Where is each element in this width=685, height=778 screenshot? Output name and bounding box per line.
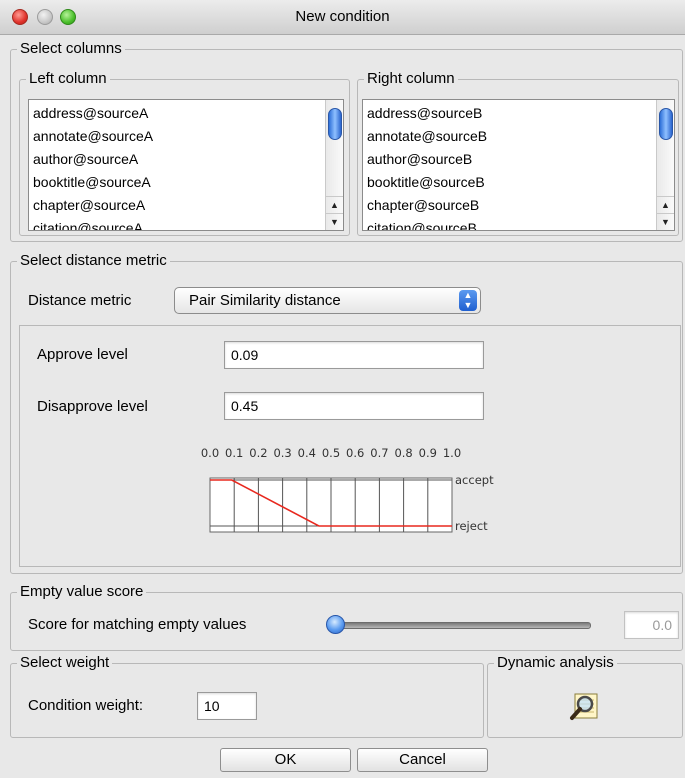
chart-x-tick-label: 0.6 bbox=[346, 446, 364, 460]
dynamic-analysis-legend: Dynamic analysis bbox=[494, 654, 617, 672]
chart-x-tick-label: 0.4 bbox=[298, 446, 316, 460]
right-list-scroll-thumb[interactable] bbox=[659, 108, 673, 140]
scroll-down-icon[interactable]: ▼ bbox=[326, 213, 343, 230]
left-column-list[interactable]: address@sourceA annotate@sourceA author@… bbox=[28, 99, 344, 231]
chart-x-tick-label: 0.3 bbox=[273, 446, 291, 460]
disapprove-level-label: Disapprove level bbox=[37, 398, 148, 415]
chart-x-tick-label: 1.0 bbox=[443, 446, 461, 460]
list-item[interactable]: author@sourceA bbox=[33, 148, 343, 171]
chart-y-label-accept: accept bbox=[455, 473, 494, 487]
left-column-legend: Left column bbox=[26, 70, 110, 88]
list-item[interactable]: author@sourceB bbox=[367, 148, 674, 171]
disapprove-level-input[interactable]: 0.45 bbox=[224, 392, 484, 420]
empty-value-output: 0.0 bbox=[624, 611, 679, 639]
list-item[interactable]: booktitle@sourceB bbox=[367, 171, 674, 194]
list-item[interactable]: chapter@sourceA bbox=[33, 194, 343, 217]
chart-x-tick-label: 0.5 bbox=[322, 446, 340, 460]
condition-weight-input[interactable]: 10 bbox=[197, 692, 257, 720]
scroll-up-icon[interactable]: ▲ bbox=[657, 196, 674, 213]
approve-level-input[interactable]: 0.09 bbox=[224, 341, 484, 369]
distance-metric-select[interactable]: Pair Similarity distance ▲ ▼ bbox=[174, 287, 481, 314]
empty-value-slider-track[interactable] bbox=[327, 622, 591, 629]
empty-value-slider-thumb[interactable] bbox=[326, 615, 345, 634]
chart-x-tick-label: 0.0 bbox=[201, 446, 219, 460]
list-item[interactable]: citation@sourceA bbox=[33, 217, 343, 230]
right-column-items: address@sourceB annotate@sourceB author@… bbox=[363, 100, 674, 230]
select-columns-legend: Select columns bbox=[17, 40, 125, 58]
distance-metric-label: Distance metric bbox=[28, 292, 132, 309]
updown-chevron-icon: ▲ ▼ bbox=[459, 290, 477, 311]
list-item[interactable]: address@sourceA bbox=[33, 102, 343, 125]
chart-x-tick-label: 0.9 bbox=[419, 446, 437, 460]
list-item[interactable]: address@sourceB bbox=[367, 102, 674, 125]
left-column-items: address@sourceA annotate@sourceA author@… bbox=[29, 100, 343, 230]
list-item[interactable]: annotate@sourceB bbox=[367, 125, 674, 148]
window-title: New condition bbox=[295, 8, 390, 25]
scroll-up-icon[interactable]: ▲ bbox=[326, 196, 343, 213]
scroll-down-icon[interactable]: ▼ bbox=[657, 213, 674, 230]
cancel-button[interactable]: Cancel bbox=[357, 748, 488, 772]
distance-metric-value: Pair Similarity distance bbox=[189, 292, 341, 309]
right-list-scrollbar[interactable]: ▲ ▼ bbox=[656, 100, 674, 230]
chart-y-label-reject: reject bbox=[455, 519, 488, 533]
right-column-list[interactable]: address@sourceB annotate@sourceB author@… bbox=[362, 99, 675, 231]
list-item[interactable]: annotate@sourceA bbox=[33, 125, 343, 148]
condition-weight-label: Condition weight: bbox=[28, 697, 144, 714]
chart-x-tick-label: 0.8 bbox=[394, 446, 412, 460]
left-list-scroll-thumb[interactable] bbox=[328, 108, 342, 140]
select-weight-legend: Select weight bbox=[17, 654, 113, 672]
list-item[interactable]: chapter@sourceB bbox=[367, 194, 674, 217]
chart-x-tick-label: 0.2 bbox=[249, 446, 267, 460]
title-bar: New condition bbox=[0, 0, 685, 35]
chart-x-tick-label: 0.1 bbox=[225, 446, 243, 460]
list-item[interactable]: booktitle@sourceA bbox=[33, 171, 343, 194]
threshold-chart: 0.0 0.1 0.2 0.3 0.4 0.5 0.6 0.7 0.8 0.9 1.0 accept r… bbox=[201, 446, 494, 533]
left-list-scrollbar[interactable]: ▲ ▼ bbox=[325, 100, 343, 230]
magnifier-icon[interactable] bbox=[569, 692, 599, 722]
approve-level-label: Approve level bbox=[37, 346, 128, 363]
list-item[interactable]: citation@sourceB bbox=[367, 217, 674, 230]
empty-value-label: Score for matching empty values bbox=[28, 616, 247, 633]
distance-metric-legend: Select distance metric bbox=[17, 252, 170, 270]
chart-x-tick-label: 0.7 bbox=[370, 446, 388, 460]
ok-button[interactable]: OK bbox=[220, 748, 351, 772]
right-column-legend: Right column bbox=[364, 70, 458, 88]
empty-value-legend: Empty value score bbox=[17, 583, 147, 601]
